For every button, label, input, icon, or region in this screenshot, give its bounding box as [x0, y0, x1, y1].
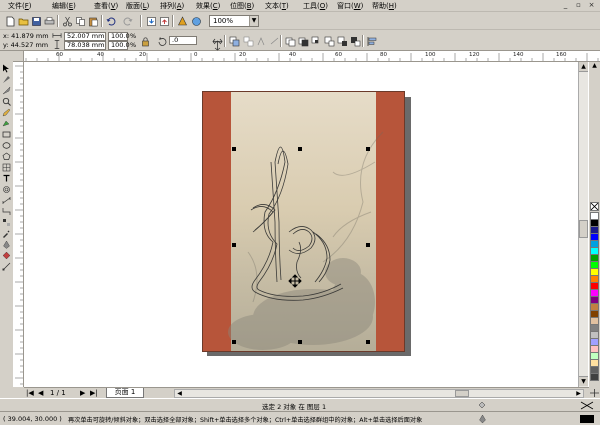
selection-handle[interactable] — [232, 243, 236, 247]
vertical-scrollbar[interactable]: ▲ ▼ — [578, 62, 588, 387]
fill-indicator — [477, 400, 488, 410]
move-cursor-icon — [288, 274, 302, 288]
selection-handle[interactable] — [232, 340, 236, 344]
status-bar-top: 选定 2 对象 在 图层 1 — [0, 398, 600, 411]
first-page-button[interactable]: |◀ — [26, 388, 34, 398]
selection-handle[interactable] — [298, 147, 302, 151]
selection-handle[interactable] — [232, 147, 236, 151]
outline-color-swatch — [580, 415, 594, 423]
palette-scroll-up-icon[interactable]: ▲ — [590, 62, 599, 70]
navigator-button[interactable] — [589, 388, 600, 398]
page-navigator: |◀ ◀ 1 / 1 ▶ ▶| 页面 1 ◀ ▶ — [24, 387, 599, 398]
next-page-button[interactable]: ▶ — [80, 388, 85, 398]
page-counter: 1 / 1 — [50, 389, 66, 397]
status-bar-bottom: ( 39.004, 30.000 ) 再次单击可旋转/倾斜对象；双击选择全部对象… — [0, 411, 600, 425]
color-palette: ▲ — [589, 62, 600, 387]
no-color-swatch[interactable] — [590, 202, 599, 211]
hint-text: 再次单击可旋转/倾斜对象；双击选择全部对象；Shift+单击选择多个对象；Ctr… — [68, 417, 423, 424]
cursor-coordinates: ( 39.004, 30.000 ) — [3, 415, 62, 423]
horizontal-scroll-thumb[interactable] — [455, 390, 469, 397]
outline-indicator — [477, 414, 488, 424]
horizontal-scrollbar[interactable]: ◀ ▶ — [174, 389, 584, 398]
selection-handle[interactable] — [366, 340, 370, 344]
selection-handle[interactable] — [366, 243, 370, 247]
scroll-right-arrow[interactable]: ▶ — [574, 390, 583, 397]
pen-nib-icon — [479, 414, 486, 424]
page-tab[interactable]: 页面 1 — [106, 388, 144, 398]
scroll-up-arrow[interactable]: ▲ — [579, 62, 588, 72]
no-color-icon — [590, 202, 599, 211]
scroll-down-arrow[interactable]: ▼ — [579, 376, 588, 386]
scroll-left-arrow[interactable]: ◀ — [175, 390, 184, 397]
navigator-icon — [590, 389, 599, 397]
color-swatch[interactable] — [590, 373, 599, 381]
selection-status: 选定 2 对象 在 图层 1 — [262, 403, 327, 411]
selection-overlay — [232, 147, 370, 344]
paint-bucket-icon — [478, 401, 486, 409]
previous-page-button[interactable]: ◀ — [38, 388, 43, 398]
selection-handle[interactable] — [366, 147, 370, 151]
no-fill-swatch — [580, 401, 594, 410]
scroll-thumb[interactable] — [579, 220, 588, 238]
last-page-button[interactable]: ▶| — [90, 388, 98, 398]
ruler-origin[interactable] — [13, 51, 24, 62]
no-fill-icon — [580, 401, 594, 410]
selection-handle[interactable] — [298, 340, 302, 344]
